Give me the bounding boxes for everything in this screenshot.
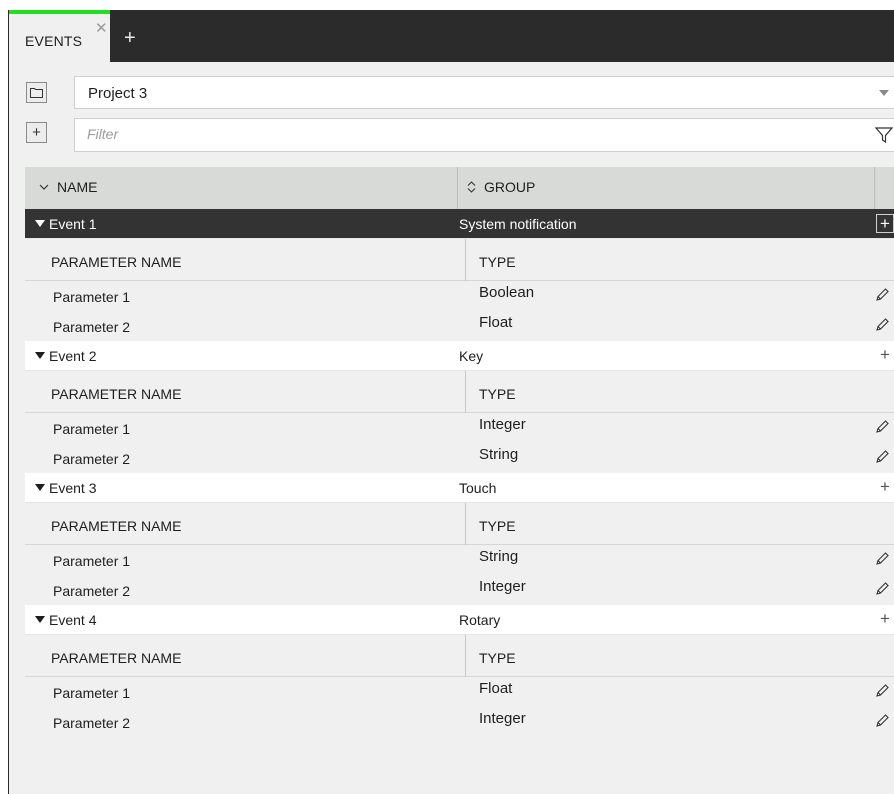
chevron-down-icon [39,184,49,190]
parameter-name: Parameter 2 [53,319,131,335]
parameter-row[interactable]: Parameter 1 String [25,545,894,575]
add-tab-button[interactable]: + [124,28,136,48]
group-column-label: GROUP [484,179,536,195]
event-name: Event 3 [49,480,97,496]
tab-bar: EVENTS ✕ + [8,10,894,62]
parameter-name: Parameter 1 [53,553,131,569]
parameter-row[interactable]: Parameter 2 Integer [25,707,894,737]
parameter-type-header: TYPE [479,518,516,534]
event-group: System notification [459,216,577,232]
column-divider [874,167,875,209]
parameter-name-header: PARAMETER NAME [51,254,182,270]
add-parameter-button[interactable]: + [876,478,894,497]
add-parameter-button[interactable]: + [876,610,894,629]
parameter-name: Parameter 2 [53,583,131,599]
parameter-name-header: PARAMETER NAME [51,386,182,402]
active-tab-indicator [9,10,110,14]
group-column-header[interactable]: GROUP [467,179,535,195]
parameter-row[interactable]: Parameter 1 Integer [25,413,894,443]
project-dropdown-value: Project 3 [88,85,148,102]
column-divider [465,503,466,545]
parameter-type-header: TYPE [479,254,516,270]
parameter-header: PARAMETER NAME TYPE [25,503,894,545]
collapse-triangle-icon[interactable] [35,220,45,227]
column-divider[interactable] [457,167,458,209]
event-group: Touch [459,480,497,496]
parameter-type: Boolean [479,284,535,301]
pencil-icon[interactable] [874,551,890,571]
parameter-type: Float [479,314,513,331]
pencil-icon[interactable] [874,449,890,469]
parameter-name: Parameter 2 [53,715,131,731]
column-divider [465,371,466,413]
tab-events-label: EVENTS [25,33,83,49]
parameter-type: String [479,446,519,463]
parameter-header: PARAMETER NAME TYPE [25,239,894,281]
project-dropdown[interactable]: Project 3 [74,76,894,109]
parameter-type: Integer [479,710,526,727]
event-row[interactable]: Event 1 System notification + [25,209,894,239]
parameter-type: Integer [479,416,526,433]
parameter-name: Parameter 2 [53,451,131,467]
tab-events[interactable]: EVENTS ✕ [9,10,110,62]
filter-field[interactable] [74,118,894,152]
parameter-type-header: TYPE [479,386,516,402]
parameter-name-header: PARAMETER NAME [51,650,182,666]
event-row[interactable]: Event 4 Rotary + [25,605,894,635]
panel-border [8,10,9,794]
collapse-triangle-icon[interactable] [35,616,45,623]
event-group: Rotary [459,612,501,628]
pencil-icon[interactable] [874,317,890,337]
folder-icon[interactable] [26,82,47,103]
parameter-row[interactable]: Parameter 1 Boolean [25,281,894,311]
parameter-header: PARAMETER NAME TYPE [25,371,894,413]
add-event-button[interactable]: + [26,122,47,143]
event-name: Event 2 [49,348,97,364]
pencil-icon[interactable] [874,581,890,601]
parameter-name: Parameter 1 [53,289,131,305]
sort-icon [467,181,476,193]
add-parameter-button[interactable]: + [876,346,894,365]
parameter-name: Parameter 1 [53,685,131,701]
event-name: Event 4 [49,612,97,628]
pencil-icon[interactable] [874,419,890,439]
events-table: NAME GROUP Event 1 System notification +… [25,167,894,737]
parameter-row[interactable]: Parameter 2 Float [25,311,894,341]
parameter-type: String [479,548,519,565]
name-column-label: NAME [57,179,98,195]
parameter-type-header: TYPE [479,650,516,666]
name-column-header[interactable]: NAME [39,179,97,195]
collapse-triangle-icon[interactable] [35,352,45,359]
pencil-icon[interactable] [874,683,890,703]
parameter-type: Float [479,680,513,697]
column-divider [465,635,466,677]
event-name: Event 1 [49,216,97,232]
event-group: Key [459,348,484,364]
parameter-name-header: PARAMETER NAME [51,518,182,534]
collapse-triangle-icon[interactable] [35,484,45,491]
column-divider [465,239,466,281]
events-panel: EVENTS ✕ + Project 3 + NAME GROUP [8,10,894,794]
chevron-down-icon [879,90,889,96]
parameter-type: Integer [479,578,526,595]
pencil-icon[interactable] [874,287,890,307]
parameter-row[interactable]: Parameter 2 String [25,443,894,473]
filter-input[interactable] [87,126,847,142]
parameter-name: Parameter 1 [53,421,131,437]
event-row[interactable]: Event 2 Key + [25,341,894,371]
add-parameter-button[interactable]: + [876,214,894,233]
filter-icon[interactable] [874,126,894,148]
parameter-header: PARAMETER NAME TYPE [25,635,894,677]
table-header: NAME GROUP [25,167,894,209]
tab-close-icon[interactable]: ✕ [95,21,108,36]
event-row[interactable]: Event 3 Touch + [25,473,894,503]
parameter-row[interactable]: Parameter 1 Float [25,677,894,707]
parameter-row[interactable]: Parameter 2 Integer [25,575,894,605]
pencil-icon[interactable] [874,713,890,733]
